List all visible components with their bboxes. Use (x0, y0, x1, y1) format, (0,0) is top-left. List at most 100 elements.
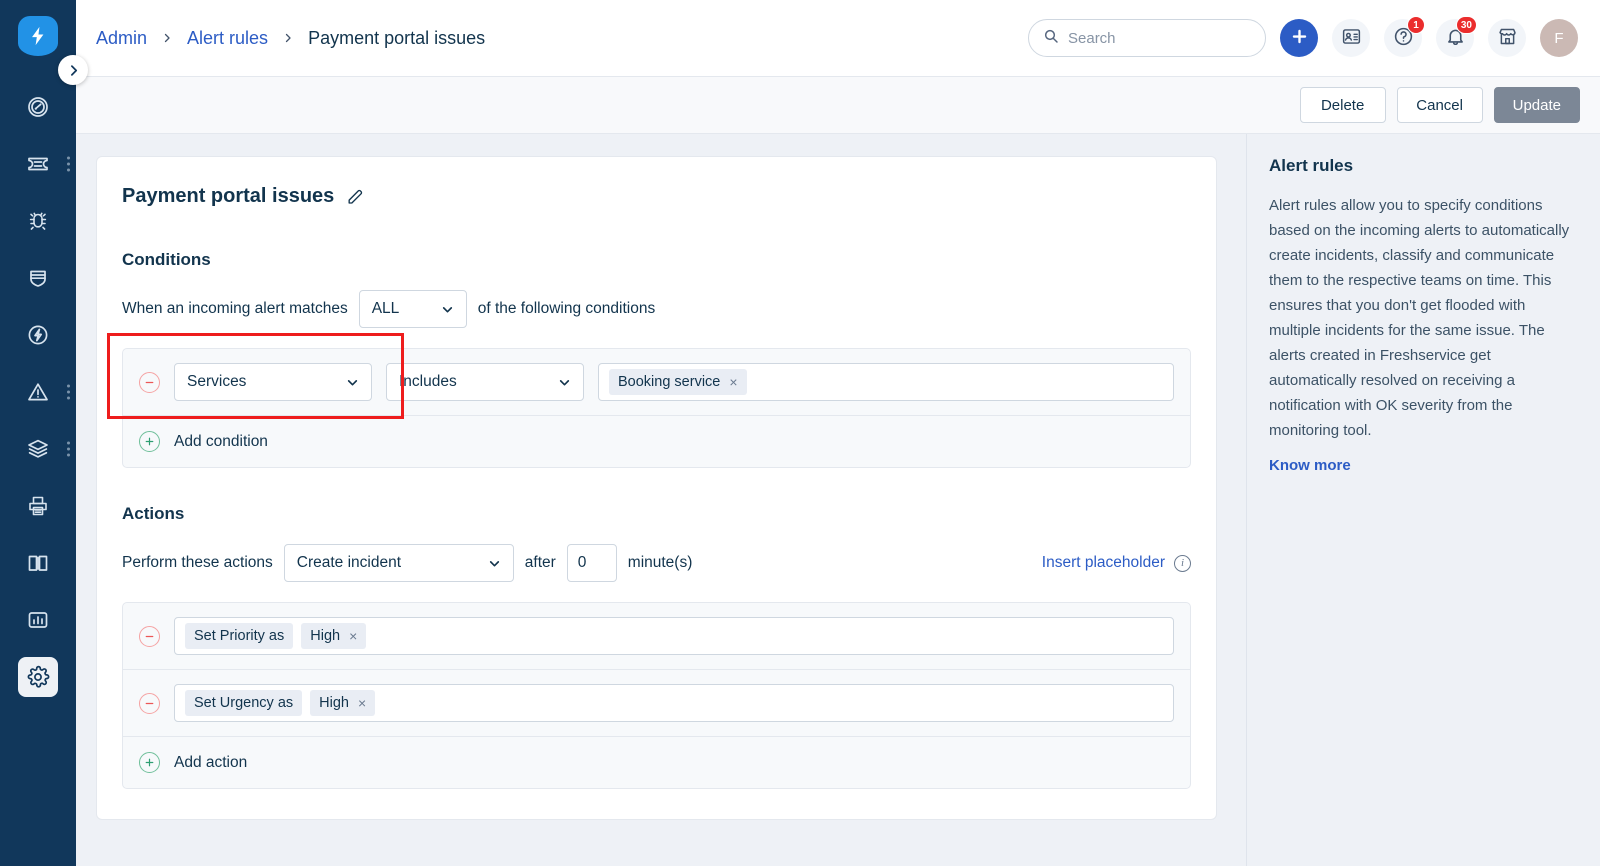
remove-action-minus-circle-icon[interactable] (139, 625, 160, 647)
info-circle-icon[interactable]: i (1174, 554, 1191, 572)
action-value-box[interactable]: Set Priority as High × (174, 617, 1174, 655)
condition-value-chip: Booking service × (609, 369, 747, 395)
sidebar-item-menu-dots-icon[interactable] (67, 441, 70, 456)
chip-remove-icon[interactable]: × (729, 375, 737, 389)
chart-bar-icon (18, 600, 58, 640)
breadcrumb-item-admin[interactable]: Admin (96, 28, 147, 49)
breadcrumb-item-alert-rules[interactable]: Alert rules (187, 28, 268, 49)
delay-minutes-input[interactable] (566, 544, 617, 582)
remove-action-minus-circle-icon[interactable] (139, 692, 160, 714)
main-column: Payment portal issues Conditions When an… (76, 134, 1246, 866)
search-input[interactable] (1068, 29, 1251, 47)
chip-remove-icon[interactable]: × (349, 629, 357, 643)
top-header-bar: Admin Alert rules Payment portal issues (76, 0, 1600, 77)
purchase-order-icon (18, 486, 58, 526)
sidebar-item-problems[interactable] (0, 192, 76, 249)
action-row: Set Priority as High × (123, 603, 1190, 670)
dashboard-gauge-icon (18, 87, 58, 127)
chevron-right-icon (161, 32, 173, 44)
shield-icon (18, 258, 58, 298)
chip-label: High (310, 628, 341, 644)
actions-config-row: Perform these actions Create incident af… (122, 544, 1191, 582)
add-condition-row[interactable]: Add condition (123, 416, 1190, 467)
sidebar-item-menu-dots-icon[interactable] (67, 156, 70, 171)
sidebar-item-solutions[interactable] (0, 534, 76, 591)
chip-label: High (319, 695, 349, 711)
update-button[interactable]: Update (1493, 87, 1580, 123)
condition-field-value: Services (187, 373, 247, 390)
rule-editor-card: Payment portal issues Conditions When an… (96, 156, 1217, 820)
cancel-button[interactable]: Cancel (1396, 87, 1483, 123)
header-actions: 1 30 F (1028, 16, 1578, 57)
page-action-bar: Delete Cancel Update (76, 77, 1600, 134)
conditions-heading: Conditions (122, 250, 211, 269)
rule-title-row: Payment portal issues (122, 185, 1191, 208)
add-condition-plus-circle-icon[interactable] (139, 431, 160, 452)
match-type-select[interactable]: ALL (358, 290, 467, 328)
avatar[interactable]: F (1540, 19, 1578, 57)
pencil-icon[interactable] (346, 187, 365, 206)
action-value-box[interactable]: Set Urgency as High × (174, 684, 1174, 722)
page-body: Payment portal issues Conditions When an… (76, 134, 1600, 866)
search-box[interactable] (1028, 19, 1266, 57)
page-title: Payment portal issues (122, 185, 335, 207)
sidebar-item-releases[interactable] (0, 306, 76, 363)
sidebar-expand-chevron-right-icon[interactable] (58, 55, 88, 85)
add-action-row[interactable]: Add action (123, 737, 1190, 788)
plus-icon (1290, 27, 1309, 49)
action-row: Set Urgency as High × (123, 670, 1190, 737)
add-action-label: Add action (174, 753, 248, 771)
help-panel: Alert rules Alert rules allow you to spe… (1246, 134, 1600, 866)
services-field-select[interactable]: Services (174, 363, 372, 401)
breadcrumb: Admin Alert rules Payment portal issues (96, 28, 485, 49)
contacts-button[interactable] (1332, 19, 1370, 57)
freshservice-bolt-logo[interactable] (18, 16, 58, 56)
action-name-chip: Set Priority as (185, 623, 294, 649)
bolt-circle-icon (18, 315, 58, 355)
notifications-button[interactable]: 30 (1436, 16, 1477, 57)
sidebar-item-changes[interactable] (0, 249, 76, 306)
insert-placeholder-link[interactable]: Insert placeholder (1042, 554, 1165, 572)
after-label: after (524, 554, 556, 571)
gear-icon (18, 656, 58, 697)
sidebar-item-analytics[interactable] (0, 591, 76, 648)
action-type-value: Create incident (296, 554, 402, 571)
chip-label: Booking service (618, 374, 721, 390)
action-value-chip: High × (301, 623, 367, 649)
match-type-value: ALL (371, 300, 400, 317)
action-name-chip: Set Urgency as (185, 690, 303, 716)
left-nav-rail (0, 0, 88, 866)
conditions-prefix-label: When an incoming alert matches (122, 300, 348, 317)
chevron-down-icon (429, 303, 454, 316)
delete-button[interactable]: Delete (1299, 87, 1386, 123)
actions-prefix-label: Perform these actions (122, 554, 273, 571)
notifications-badge: 30 (1455, 16, 1477, 34)
sidebar-item-admin[interactable] (0, 648, 76, 705)
ticket-icon (18, 144, 58, 184)
action-type-select[interactable]: Create incident (283, 544, 514, 582)
layers-icon (18, 429, 58, 469)
sidebar-item-menu-dots-icon[interactable] (67, 384, 70, 399)
conditions-suffix-label: of the following conditions (477, 300, 656, 317)
sidebar-item-assets[interactable] (0, 420, 76, 477)
condition-value-box[interactable]: Booking service × (598, 363, 1174, 401)
sidebar-item-alerts[interactable] (0, 363, 76, 420)
chip-remove-icon[interactable]: × (358, 696, 366, 710)
sidebar-item-purchase[interactable] (0, 477, 76, 534)
marketplace-store-icon (1497, 26, 1518, 50)
condition-operator-select[interactable]: Includes (386, 363, 584, 401)
marketplace-button[interactable] (1488, 19, 1526, 57)
new-item-button[interactable] (1280, 19, 1318, 57)
chevron-down-icon (476, 557, 501, 570)
help-panel-body: Alert rules allow you to specify conditi… (1269, 197, 1570, 439)
chevron-right-icon (282, 32, 294, 44)
add-action-plus-circle-icon[interactable] (139, 752, 160, 773)
sidebar-item-dashboard[interactable] (0, 78, 76, 135)
book-icon (18, 543, 58, 583)
remove-condition-minus-circle-icon[interactable] (139, 371, 160, 393)
chevron-down-icon (546, 376, 571, 389)
sidebar-item-tickets[interactable] (0, 135, 76, 192)
conditions-match-row: When an incoming alert matches ALL of th… (122, 290, 1191, 328)
know-more-link[interactable]: Know more (1269, 457, 1351, 474)
help-button[interactable]: 1 (1384, 16, 1425, 57)
